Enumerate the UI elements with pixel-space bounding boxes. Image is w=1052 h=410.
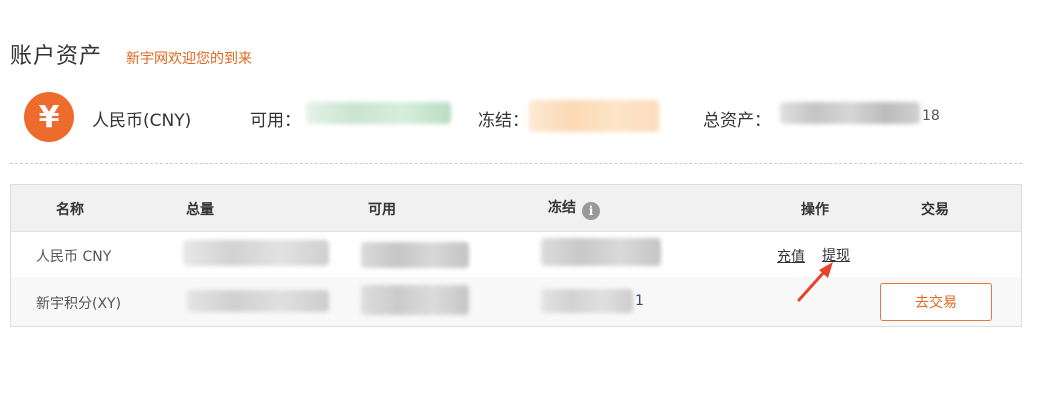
header-total: 总量 <box>186 202 214 218</box>
yen-icon: ¥ <box>24 92 74 142</box>
total-redacted <box>183 240 329 266</box>
currency-name: 人民币(CNY) <box>92 111 192 131</box>
frozen-tail: 1 <box>635 293 644 309</box>
available-redacted <box>361 242 469 268</box>
frozen-label: 冻结： <box>478 111 529 131</box>
header-available: 可用 <box>368 202 396 218</box>
info-icon[interactable]: i <box>582 202 600 220</box>
frozen-amount-redacted <box>529 100 659 132</box>
asset-summary: ¥ 人民币(CNY) 可用： 冻结： 总资产： 18 <box>24 92 1014 142</box>
header-frozen-label: 冻结 <box>548 200 576 216</box>
header-operation: 操作 <box>801 202 829 218</box>
header-trade: 交易 <box>921 202 949 218</box>
header-frozen: 冻结 i <box>548 197 600 220</box>
go-trade-button[interactable]: 去交易 <box>880 283 992 321</box>
header-name: 名称 <box>56 202 84 218</box>
total-assets-label: 总资产： <box>703 111 771 131</box>
total-assets-redacted <box>780 102 920 124</box>
total-assets-tail: 18 <box>922 108 940 124</box>
total-redacted <box>187 290 329 312</box>
table-row: 新宇积分(XY) 1 去交易 <box>11 277 1021 326</box>
available-label: 可用： <box>250 111 301 131</box>
welcome-message: 新宇网欢迎您的到来 <box>126 51 253 67</box>
page-title: 账户资产 <box>10 44 103 69</box>
available-amount-redacted <box>306 102 451 124</box>
frozen-redacted <box>541 238 661 266</box>
table-row: 人民币 CNY 充值 提现 <box>11 232 1021 277</box>
asset-name: 人民币 CNY <box>36 249 112 265</box>
annotation-arrow-icon <box>797 262 833 302</box>
divider <box>10 163 1022 164</box>
frozen-redacted <box>541 289 633 313</box>
table-header: 名称 总量 可用 冻结 i 操作 交易 <box>11 185 1021 232</box>
asset-name: 新宇积分(XY) <box>36 296 122 312</box>
available-redacted <box>361 285 469 315</box>
page-header: 账户资产 新宇网欢迎您的到来 <box>10 38 252 70</box>
assets-table: 名称 总量 可用 冻结 i 操作 交易 人民币 CNY 充值 提现 新宇积分(XY… <box>10 184 1022 327</box>
